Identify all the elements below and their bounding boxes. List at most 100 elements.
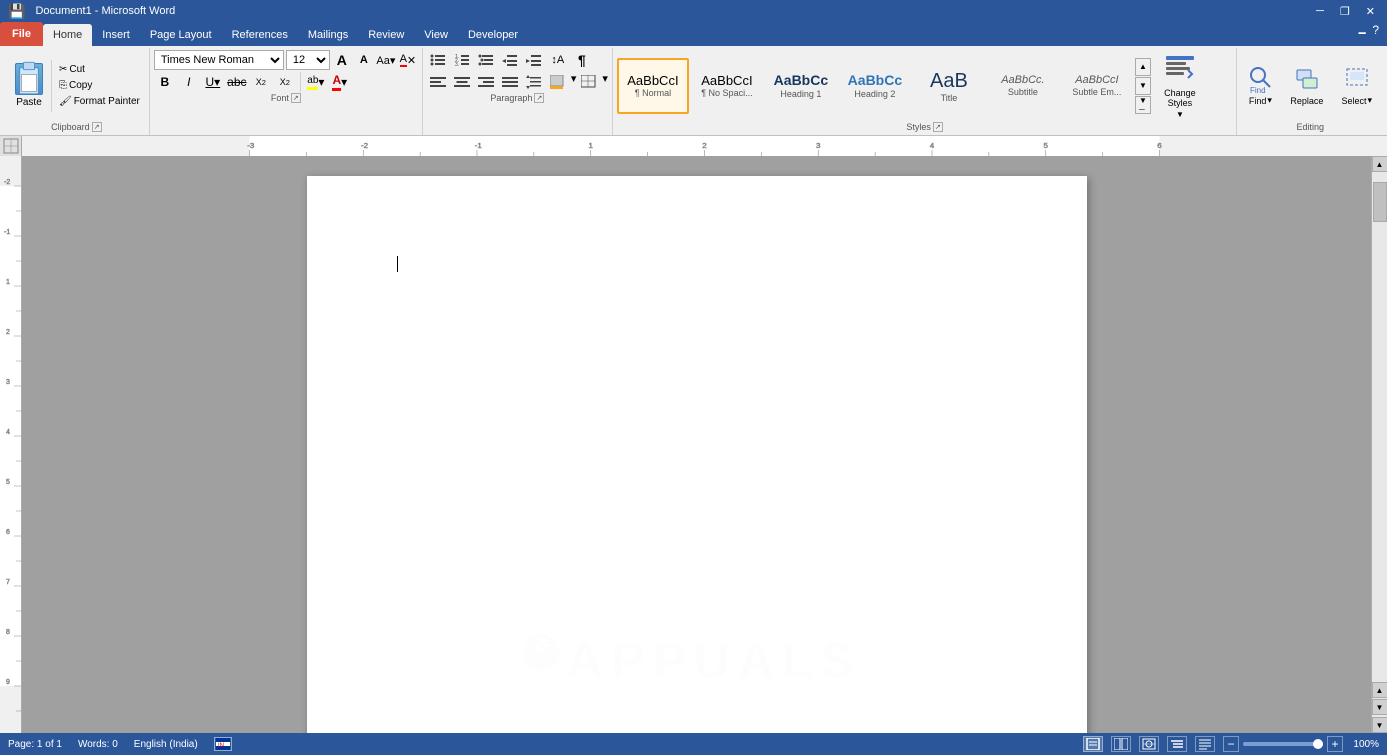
full-screen-view-button[interactable] [1111, 736, 1131, 752]
find-button[interactable]: Find Find ▾ [1241, 59, 1279, 113]
close-btn[interactable]: ✕ [1362, 5, 1379, 18]
styles-scroll-more[interactable]: ▼─ [1135, 96, 1151, 114]
style-heading2[interactable]: AaBbCc Heading 2 [839, 58, 911, 114]
horizontal-ruler[interactable]: -3 -2 -1 1 2 3 4 5 6 [22, 136, 1387, 156]
svg-text:2: 2 [6, 329, 10, 336]
multilevel-list-button[interactable] [475, 50, 497, 70]
font-grow-button[interactable]: A [332, 50, 352, 70]
tab-home[interactable]: Home [43, 24, 92, 46]
increase-indent-button[interactable] [523, 50, 545, 70]
tab-developer[interactable]: Developer [458, 24, 528, 46]
words-indicator: Words: 0 [78, 739, 118, 750]
scroll-prev-page[interactable]: ▲ [1372, 682, 1387, 698]
divider [300, 72, 301, 92]
scroll-up-button[interactable]: ▲ [1372, 156, 1387, 172]
styles-scroll-down[interactable]: ▼ [1135, 77, 1151, 95]
select-label: Select [1341, 96, 1366, 106]
font-expand[interactable]: ↗ [291, 93, 301, 103]
tab-mailings[interactable]: Mailings [298, 24, 358, 46]
zoom-thumb[interactable] [1313, 739, 1323, 749]
styles-scroll-up[interactable]: ▲ [1135, 58, 1151, 76]
align-right-button[interactable] [475, 72, 497, 92]
style-normal[interactable]: AaBbCcI ¶ Normal [617, 58, 689, 114]
align-left-button[interactable] [427, 72, 449, 92]
clipboard-expand[interactable]: ↗ [92, 122, 102, 132]
select-button[interactable]: Select ▾ [1334, 59, 1379, 113]
style-subtitle[interactable]: AaBbCc. Subtitle [987, 58, 1059, 114]
style-heading1-text: AaBbCc [774, 72, 828, 89]
italic-button[interactable]: I [178, 72, 200, 92]
status-left: Page: 1 of 1 Words: 0 English (India) IN [8, 737, 232, 751]
svg-text:4: 4 [930, 141, 934, 149]
language-icon[interactable]: IN [214, 737, 232, 751]
font-name-select[interactable]: Times New Roman [154, 50, 284, 70]
outline-view-button[interactable] [1167, 736, 1187, 752]
style-title[interactable]: AaB Title [913, 58, 985, 114]
ruler-corner[interactable] [0, 136, 22, 156]
borders-button[interactable] [578, 72, 600, 92]
vertical-ruler[interactable]: -2 -1 1 2 3 4 5 6 7 8 9 [0, 156, 22, 733]
bullets-button[interactable] [427, 50, 449, 70]
svg-text:1: 1 [6, 279, 10, 286]
underline-button[interactable]: U▾ [202, 72, 224, 92]
shading-button[interactable] [547, 72, 569, 92]
style-subtle-em[interactable]: AaBbCcI Subtle Em... [1061, 58, 1133, 114]
tab-page-layout[interactable]: Page Layout [140, 24, 222, 46]
change-case-button[interactable]: Aa▾ [376, 50, 396, 70]
scroll-down-button[interactable]: ▼ [1372, 717, 1387, 733]
font-size-select[interactable]: 12 [286, 50, 330, 70]
editing-group: Find Find ▾ Replace [1237, 48, 1383, 135]
zoom-slider[interactable] [1243, 742, 1323, 746]
restore-btn[interactable]: ❐ [1336, 5, 1354, 18]
ribbon-help-icon[interactable]: ? [1372, 23, 1379, 44]
print-layout-view-button[interactable] [1083, 736, 1103, 752]
change-styles-button[interactable]: Change Styles ▼ [1153, 58, 1207, 114]
font-group: Times New Roman 12 A A Aa▾ A✕ B I U▾ [150, 48, 423, 135]
tab-file[interactable]: File [0, 22, 43, 46]
subscript-button[interactable]: X2 [250, 72, 272, 92]
clear-formatting-button[interactable]: A✕ [398, 50, 418, 70]
font-footer: Font ↗ [154, 92, 418, 104]
text-highlight-button[interactable]: ab ▾ [305, 72, 327, 92]
font-shrink-button[interactable]: A [354, 50, 374, 70]
superscript-button[interactable]: X2 [274, 72, 296, 92]
tab-review[interactable]: Review [358, 24, 414, 46]
copy-button[interactable]: ⎘ Copy [54, 78, 145, 93]
align-center-button[interactable] [451, 72, 473, 92]
show-hide-button[interactable]: ¶ [571, 50, 593, 70]
style-no-spacing[interactable]: AaBbCcI ¶ No Spaci... [691, 58, 763, 114]
paragraph-expand[interactable]: ↗ [534, 93, 544, 103]
numbering-button[interactable]: 1.2.3. [451, 50, 473, 70]
document-page[interactable]: APPUALS [307, 176, 1087, 733]
draft-view-button[interactable] [1195, 736, 1215, 752]
font-color-button[interactable]: A ▾ [329, 72, 351, 92]
style-heading1[interactable]: AaBbCc Heading 1 [765, 58, 837, 114]
zoom-out-button[interactable]: − [1223, 736, 1239, 752]
minimize-btn[interactable]: ─ [1312, 5, 1328, 18]
change-styles-icon [1164, 52, 1196, 86]
tab-view[interactable]: View [414, 24, 458, 46]
replace-button[interactable]: Replace [1283, 59, 1330, 113]
tab-references[interactable]: References [222, 24, 298, 46]
cut-icon: ✂ [59, 64, 67, 75]
paste-button[interactable]: Paste [8, 59, 52, 113]
format-painter-button[interactable]: 🖌 Format Painter [54, 94, 145, 109]
cut-button[interactable]: ✂ Cut [54, 62, 145, 77]
line-spacing-button[interactable] [523, 72, 545, 92]
web-layout-view-button[interactable] [1139, 736, 1159, 752]
scroll-track[interactable] [1372, 172, 1387, 680]
scroll-thumb[interactable] [1373, 182, 1387, 222]
ribbon-minimize-icon[interactable]: 🗕 [1358, 23, 1367, 44]
bold-button[interactable]: B [154, 72, 176, 92]
styles-expand[interactable]: ↗ [933, 122, 943, 132]
justify-button[interactable] [499, 72, 521, 92]
font-content: Times New Roman 12 A A Aa▾ A✕ B I U▾ [154, 50, 418, 92]
scroll-next-page[interactable]: ▼ [1372, 699, 1387, 715]
strikethrough-button[interactable]: abc [226, 72, 248, 92]
document-area[interactable]: APPUALS [22, 156, 1371, 733]
clipboard-label: Clipboard [51, 122, 90, 132]
decrease-indent-button[interactable] [499, 50, 521, 70]
tab-insert[interactable]: Insert [92, 24, 140, 46]
zoom-in-button[interactable]: + [1327, 736, 1343, 752]
sort-button[interactable]: ↕A [547, 50, 569, 70]
